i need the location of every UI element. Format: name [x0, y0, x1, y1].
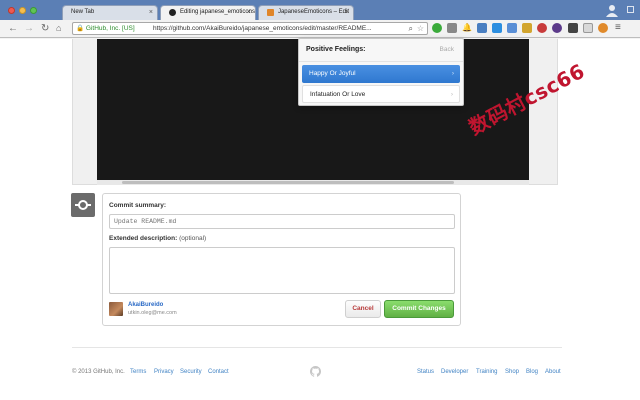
footer-link-developer[interactable]: Developer	[441, 369, 468, 375]
browser-toolbar: ← → ↻ ⌂ 🔒 GitHub, Inc. [US] https://gith…	[0, 20, 640, 38]
url-text[interactable]: https://github.com/AkaiBureido/japanese_…	[153, 25, 372, 32]
search-icon[interactable]: ⌕	[409, 25, 413, 33]
profile-icon[interactable]	[606, 4, 618, 17]
footer-link-about[interactable]: About	[545, 369, 561, 375]
footer-divider	[72, 347, 562, 348]
footer-link-terms[interactable]: Terms	[130, 369, 146, 375]
footer-link-privacy[interactable]: Privacy	[154, 369, 174, 375]
pocket-extension-icon[interactable]	[537, 23, 547, 33]
chevron-right-icon: ›	[451, 70, 454, 77]
feedly-extension-icon[interactable]	[492, 23, 502, 33]
emoticon-popup: Positive Feelings: Back Happy Or Joyful …	[298, 38, 464, 106]
popup-item-infatuation-or-love[interactable]: Infatuation Or Love ›	[302, 85, 460, 103]
close-tab-icon[interactable]: ×	[345, 9, 349, 16]
description-label-text: Extended description:	[109, 235, 178, 242]
footer-link-blog[interactable]: Blog	[526, 369, 538, 375]
address-bar[interactable]: 🔒 GitHub, Inc. [US] https://github.com/A…	[72, 22, 428, 35]
menu-icon[interactable]: ≡	[615, 23, 625, 33]
popup-back-button[interactable]: Back	[440, 46, 454, 53]
github-octocat-icon[interactable]	[310, 366, 321, 377]
ev-certificate-badge[interactable]: 🔒 GitHub, Inc. [US]	[76, 24, 135, 32]
back-arrow-icon[interactable]: ←	[8, 23, 18, 34]
footer-link-contact[interactable]: Contact	[208, 369, 229, 375]
popup-title: Positive Feelings:	[306, 46, 366, 53]
docs-extension-icon[interactable]	[477, 23, 487, 33]
footer-link-security[interactable]: Security	[180, 369, 202, 375]
tab-new-tab[interactable]: New Tab ×	[62, 5, 158, 20]
tab-label: Editing japanese_emoticons	[179, 9, 256, 15]
gear-icon[interactable]	[583, 23, 593, 33]
zoom-window-icon[interactable]	[30, 7, 37, 14]
tab-label: New Tab	[71, 9, 95, 15]
ev-certificate-label: GitHub, Inc. [US]	[85, 25, 135, 32]
bookmark-star-icon[interactable]: ☆	[417, 25, 424, 33]
chevron-right-icon: ›	[450, 91, 453, 98]
cancel-button[interactable]: Cancel	[345, 300, 381, 318]
fullscreen-icon[interactable]	[627, 6, 634, 13]
extended-description-label: Extended description: (optional)	[109, 235, 206, 242]
author-email: utkin.oleg@me.com	[128, 310, 177, 316]
footer-copyright: © 2013 GitHub, Inc.	[72, 369, 125, 375]
popup-item-label: Infatuation Or Love	[310, 91, 366, 98]
commit-changes-button[interactable]: Commit Changes	[384, 300, 454, 318]
home-icon[interactable]: ⌂	[56, 23, 61, 34]
avatar	[109, 302, 123, 316]
extension-icon[interactable]	[568, 23, 578, 33]
tab-japanese-emoticons-edit[interactable]: JapaneseEmoticons – Edit ×	[258, 5, 354, 20]
lock-icon: 🔒	[76, 25, 85, 32]
document-favicon-icon	[267, 9, 274, 16]
author-name[interactable]: AkaiBureido	[128, 302, 163, 308]
forward-arrow-icon[interactable]: →	[24, 23, 34, 34]
scrollbar-thumb[interactable]	[122, 181, 454, 184]
minimize-window-icon[interactable]	[19, 7, 26, 14]
evernote-extension-icon[interactable]	[432, 23, 442, 33]
extension-icon[interactable]	[507, 23, 517, 33]
commit-icon	[71, 193, 95, 217]
commit-form: Commit summary: Extended description: (o…	[102, 193, 461, 326]
close-window-icon[interactable]	[8, 7, 15, 14]
popup-item-label: Happy Or Joyful	[309, 70, 356, 77]
emoticon-extension-icon[interactable]	[447, 23, 457, 33]
popup-divider	[299, 61, 463, 62]
bell-icon[interactable]: 🔔	[462, 23, 472, 33]
extension-icon[interactable]	[598, 23, 608, 33]
commit-summary-input[interactable]	[109, 214, 455, 229]
commit-summary-label: Commit summary:	[109, 202, 167, 209]
close-tab-icon[interactable]: ×	[149, 9, 153, 16]
close-tab-icon[interactable]: ×	[247, 9, 251, 16]
notes-extension-icon[interactable]	[522, 23, 532, 33]
github-favicon-icon	[169, 9, 176, 16]
tab-editing-japanese-emoticons[interactable]: Editing japanese_emoticons ×	[160, 5, 256, 20]
git-commit-icon	[75, 200, 91, 210]
browser-tab-strip: New Tab × Editing japanese_emoticons × J…	[0, 0, 640, 20]
footer-link-training[interactable]: Training	[476, 369, 497, 375]
popup-item-happy-or-joyful[interactable]: Happy Or Joyful ›	[302, 65, 460, 83]
tab-label: JapaneseEmoticons – Edit	[277, 9, 349, 15]
extension-icon[interactable]	[552, 23, 562, 33]
optional-label: (optional)	[179, 235, 207, 242]
footer-link-status[interactable]: Status	[417, 369, 434, 375]
extended-description-textarea[interactable]	[109, 247, 455, 294]
reload-icon[interactable]: ↻	[41, 23, 49, 34]
footer-link-shop[interactable]: Shop	[505, 369, 519, 375]
